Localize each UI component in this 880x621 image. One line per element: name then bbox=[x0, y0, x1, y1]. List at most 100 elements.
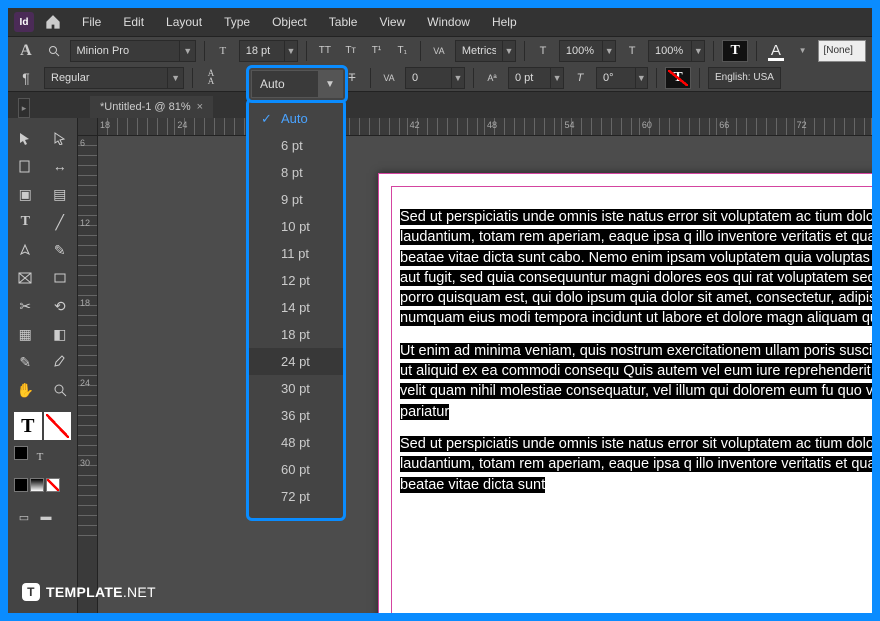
kerning-combo[interactable]: ▼ bbox=[455, 40, 516, 62]
body-text[interactable]: Ut enim ad minima veniam, quis nostrum e… bbox=[400, 343, 872, 420]
menu-help[interactable]: Help bbox=[482, 11, 527, 33]
rect-tool[interactable] bbox=[43, 264, 78, 292]
char-format-toggle[interactable]: A bbox=[14, 39, 38, 63]
panel-collapse-icon[interactable]: ▸ bbox=[18, 98, 30, 118]
note-tool[interactable]: ✎ bbox=[8, 348, 43, 376]
chevron-down-icon[interactable]: ▼ bbox=[502, 41, 515, 61]
stroke-swatch[interactable] bbox=[44, 412, 72, 440]
vscale-input[interactable] bbox=[560, 41, 602, 61]
font-style-input[interactable] bbox=[45, 68, 167, 88]
gradient-feather-tool[interactable]: ◧ bbox=[43, 320, 78, 348]
content-placer-tool[interactable]: ▤ bbox=[43, 180, 78, 208]
document-canvas[interactable]: 18 24 30 36 42 48 54 60 66 72 6 12 18 24… bbox=[78, 118, 872, 613]
superscript-icon[interactable]: T¹ bbox=[367, 40, 387, 62]
pencil-tool[interactable]: ✎ bbox=[43, 236, 78, 264]
horizontal-ruler[interactable]: 18 24 30 36 42 48 54 60 66 72 bbox=[98, 118, 872, 136]
vscale-combo[interactable]: ▼ bbox=[559, 40, 616, 62]
content-collector-tool[interactable]: ▣ bbox=[8, 180, 43, 208]
format-container-icon[interactable]: T bbox=[30, 446, 50, 468]
apply-color-icon[interactable] bbox=[14, 478, 28, 492]
chevron-down-icon[interactable]: ▼ bbox=[550, 68, 563, 88]
leading-option[interactable]: 14 pt bbox=[249, 294, 343, 321]
chevron-down-icon[interactable]: ▼ bbox=[793, 40, 813, 62]
home-icon[interactable] bbox=[42, 11, 64, 33]
menu-window[interactable]: Window bbox=[417, 11, 480, 33]
chevron-down-icon[interactable]: ▼ bbox=[318, 71, 342, 97]
skew-input[interactable] bbox=[597, 68, 635, 88]
chevron-down-icon[interactable]: ▼ bbox=[635, 68, 647, 88]
baseline-combo[interactable]: ▼ bbox=[508, 67, 564, 89]
leading-value[interactable]: Auto bbox=[252, 77, 318, 91]
chevron-down-icon[interactable]: ▼ bbox=[179, 41, 195, 61]
document-tab[interactable]: *Untitled-1 @ 81% × bbox=[90, 96, 213, 118]
menu-file[interactable]: File bbox=[72, 11, 111, 33]
leading-option[interactable]: 8 pt bbox=[249, 159, 343, 186]
body-text[interactable]: Sed ut perspiciatis unde omnis iste natu… bbox=[400, 436, 872, 493]
hand-tool[interactable]: ✋ bbox=[8, 376, 43, 404]
font-size-input[interactable] bbox=[240, 41, 284, 61]
apply-none-icon[interactable] bbox=[46, 478, 60, 492]
hscale-combo[interactable]: ▼ bbox=[648, 40, 705, 62]
leading-option[interactable]: 18 pt bbox=[249, 321, 343, 348]
leading-option[interactable]: 9 pt bbox=[249, 186, 343, 213]
para-format-toggle[interactable]: ¶ bbox=[14, 66, 38, 90]
search-icon[interactable] bbox=[44, 40, 64, 62]
body-text[interactable]: Sed ut perspiciatis unde omnis iste natu… bbox=[400, 209, 872, 326]
direct-select-tool[interactable] bbox=[43, 124, 78, 152]
leading-option[interactable]: 12 pt bbox=[249, 267, 343, 294]
fill-swatch[interactable]: T bbox=[14, 412, 42, 440]
fill-t-icon[interactable]: T bbox=[722, 40, 748, 62]
font-size-combo[interactable]: ▼ bbox=[239, 40, 298, 62]
zoom-tool[interactable] bbox=[43, 376, 78, 404]
chevron-down-icon[interactable]: ▼ bbox=[284, 41, 297, 61]
leading-option[interactable]: Auto bbox=[249, 105, 343, 132]
page[interactable]: Sed ut perspiciatis unde omnis iste natu… bbox=[378, 173, 872, 613]
view-mode-normal-icon[interactable]: ▭ bbox=[14, 506, 34, 528]
fill-color-picker[interactable]: A bbox=[765, 40, 787, 62]
leading-option[interactable]: 48 pt bbox=[249, 429, 343, 456]
leading-option[interactable]: 72 pt bbox=[249, 483, 343, 510]
menu-layout[interactable]: Layout bbox=[156, 11, 212, 33]
leading-option[interactable]: 24 pt bbox=[249, 348, 343, 375]
line-tool[interactable]: ╱ bbox=[43, 208, 78, 236]
char-style-combo[interactable]: [None] bbox=[818, 40, 866, 62]
language-combo[interactable]: English: USA bbox=[708, 67, 781, 89]
close-icon[interactable]: × bbox=[197, 101, 203, 113]
leading-option[interactable]: 60 pt bbox=[249, 456, 343, 483]
font-family-input[interactable] bbox=[71, 41, 180, 61]
rect-frame-tool[interactable] bbox=[8, 264, 43, 292]
leading-option[interactable]: 36 pt bbox=[249, 402, 343, 429]
eyedropper-tool[interactable] bbox=[43, 348, 78, 376]
leading-option[interactable]: 10 pt bbox=[249, 213, 343, 240]
vertical-ruler[interactable]: 6 12 18 24 30 bbox=[78, 136, 98, 613]
type-tool[interactable]: T bbox=[8, 208, 43, 236]
menu-table[interactable]: Table bbox=[319, 11, 368, 33]
skew-combo[interactable]: ▼ bbox=[596, 67, 648, 89]
allcaps-icon[interactable]: TT bbox=[315, 40, 335, 62]
kerning-input[interactable] bbox=[456, 41, 502, 61]
hscale-input[interactable] bbox=[649, 41, 691, 61]
menu-view[interactable]: View bbox=[369, 11, 415, 33]
apply-gradient-icon[interactable] bbox=[30, 478, 44, 492]
gap-tool[interactable]: ↔ bbox=[43, 152, 78, 180]
chevron-down-icon[interactable]: ▼ bbox=[167, 68, 183, 88]
subscript-icon[interactable]: T₁ bbox=[392, 40, 412, 62]
stroke-t-icon[interactable]: T bbox=[665, 67, 691, 89]
selection-tool[interactable] bbox=[8, 124, 43, 152]
view-mode-preview-icon[interactable]: ▬ bbox=[36, 506, 56, 528]
menu-edit[interactable]: Edit bbox=[113, 11, 154, 33]
page-tool[interactable] bbox=[8, 152, 43, 180]
chevron-down-icon[interactable]: ▼ bbox=[451, 68, 464, 88]
leading-option[interactable]: 11 pt bbox=[249, 240, 343, 267]
menu-object[interactable]: Object bbox=[262, 11, 317, 33]
leading-combo[interactable]: Auto ▼ bbox=[251, 70, 343, 98]
tracking-input[interactable] bbox=[406, 68, 451, 88]
chevron-down-icon[interactable]: ▼ bbox=[602, 41, 615, 61]
gradient-swatch-tool[interactable]: ▦ bbox=[8, 320, 43, 348]
transform-tool[interactable]: ⟲ bbox=[43, 292, 78, 320]
leading-option[interactable]: 30 pt bbox=[249, 375, 343, 402]
chevron-down-icon[interactable]: ▼ bbox=[691, 41, 704, 61]
baseline-input[interactable] bbox=[509, 68, 550, 88]
font-family-combo[interactable]: ▼ bbox=[70, 40, 196, 62]
default-fill-icon[interactable] bbox=[14, 446, 28, 460]
